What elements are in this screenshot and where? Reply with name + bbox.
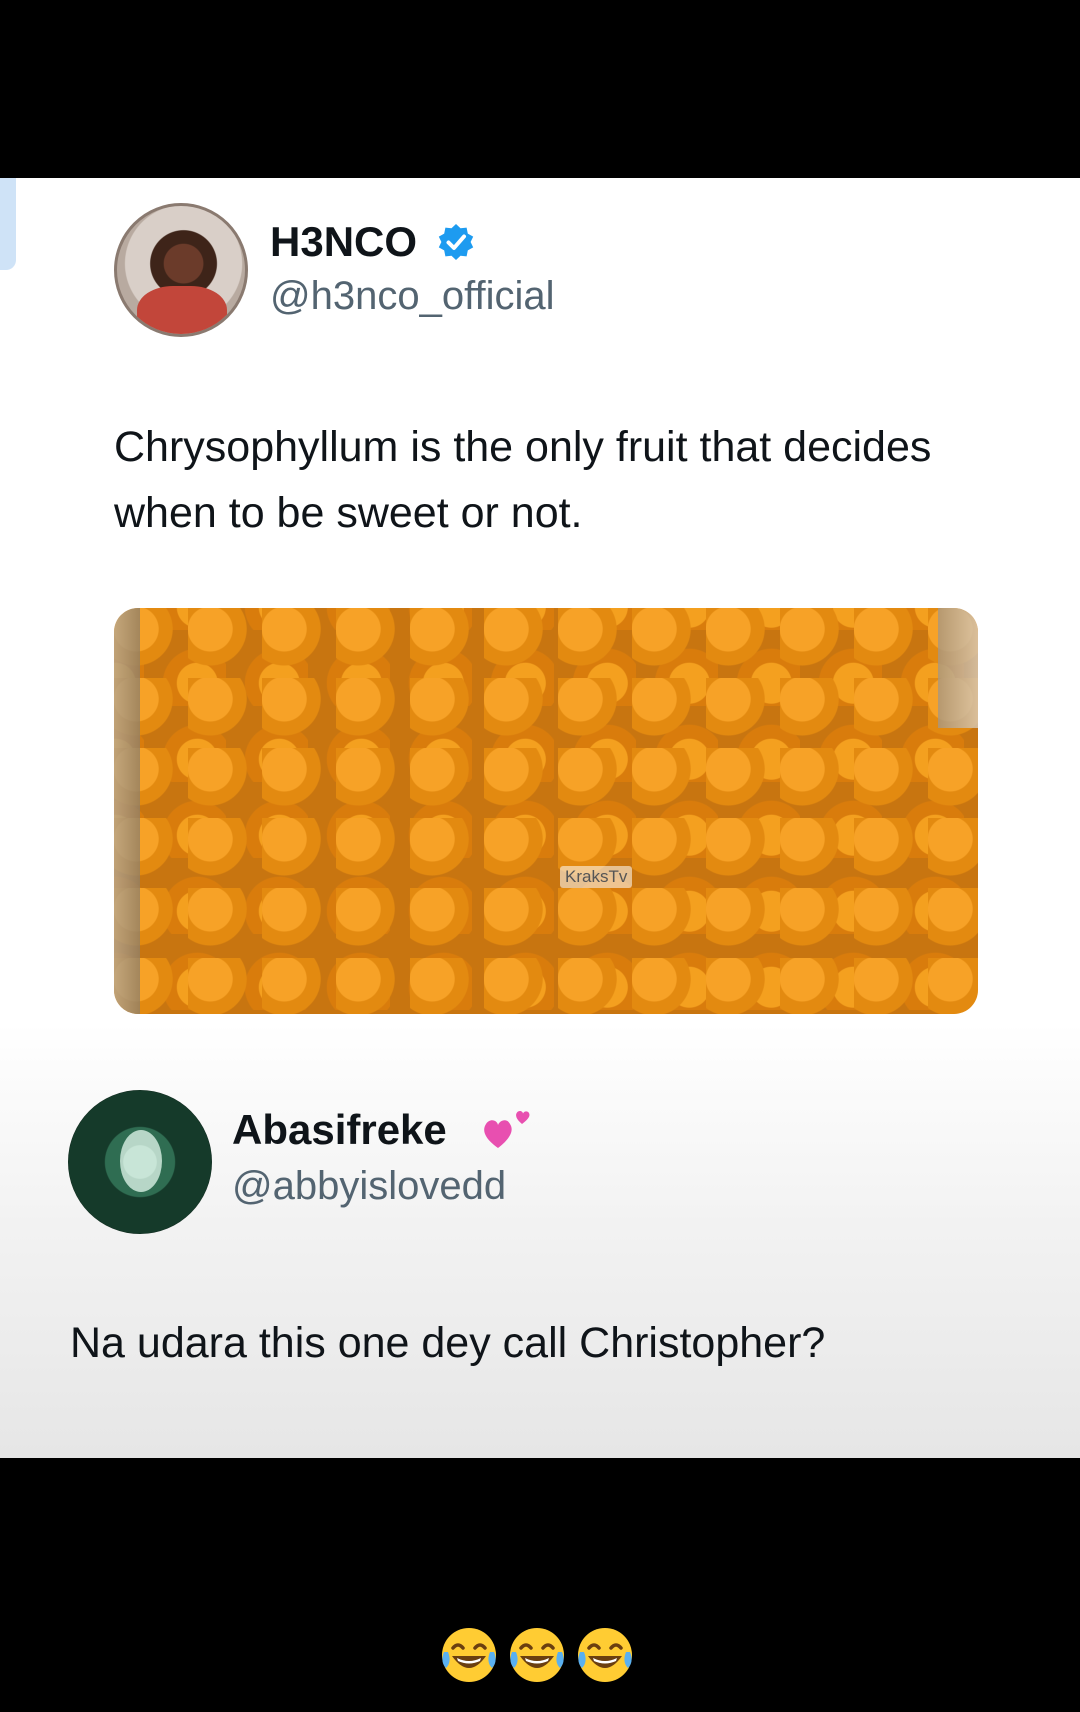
post-card: H3NCO @h3nco_official Chrysophyllum is t… (0, 178, 1080, 1458)
author-handle[interactable]: @h3nco_official (270, 274, 555, 319)
screenshot-page: H3NCO @h3nco_official Chrysophyllum is t… (0, 0, 1080, 1712)
avatar-face (120, 1130, 162, 1192)
author-name[interactable]: H3NCO (270, 218, 417, 266)
crate-edge-right (938, 608, 978, 728)
crate-edge-left (114, 608, 140, 1014)
two-hearts-icon (484, 1111, 530, 1148)
author-avatar[interactable] (114, 203, 248, 337)
laughing-crying-face-icon (510, 1628, 564, 1682)
fruit-photo[interactable]: KraksTv (114, 608, 978, 1014)
emoji-row (438, 1624, 638, 1694)
reply-author-handle[interactable]: @abbyislovedd (232, 1164, 506, 1209)
avatar-shirt (137, 286, 227, 334)
edge-tab (0, 178, 16, 270)
laughing-crying-face-icon (442, 1628, 496, 1682)
reply-text: Na udara this one dey call Christopher? (70, 1319, 826, 1367)
verified-badge-icon (438, 224, 474, 260)
image-watermark: KraksTv (560, 866, 633, 888)
laughing-crying-face-icon (578, 1628, 632, 1682)
reply-author-name[interactable]: Abasifreke (232, 1106, 447, 1154)
tweet-text: Chrysophyllum is the only fruit that dec… (114, 423, 932, 537)
reply-avatar[interactable] (68, 1090, 212, 1234)
